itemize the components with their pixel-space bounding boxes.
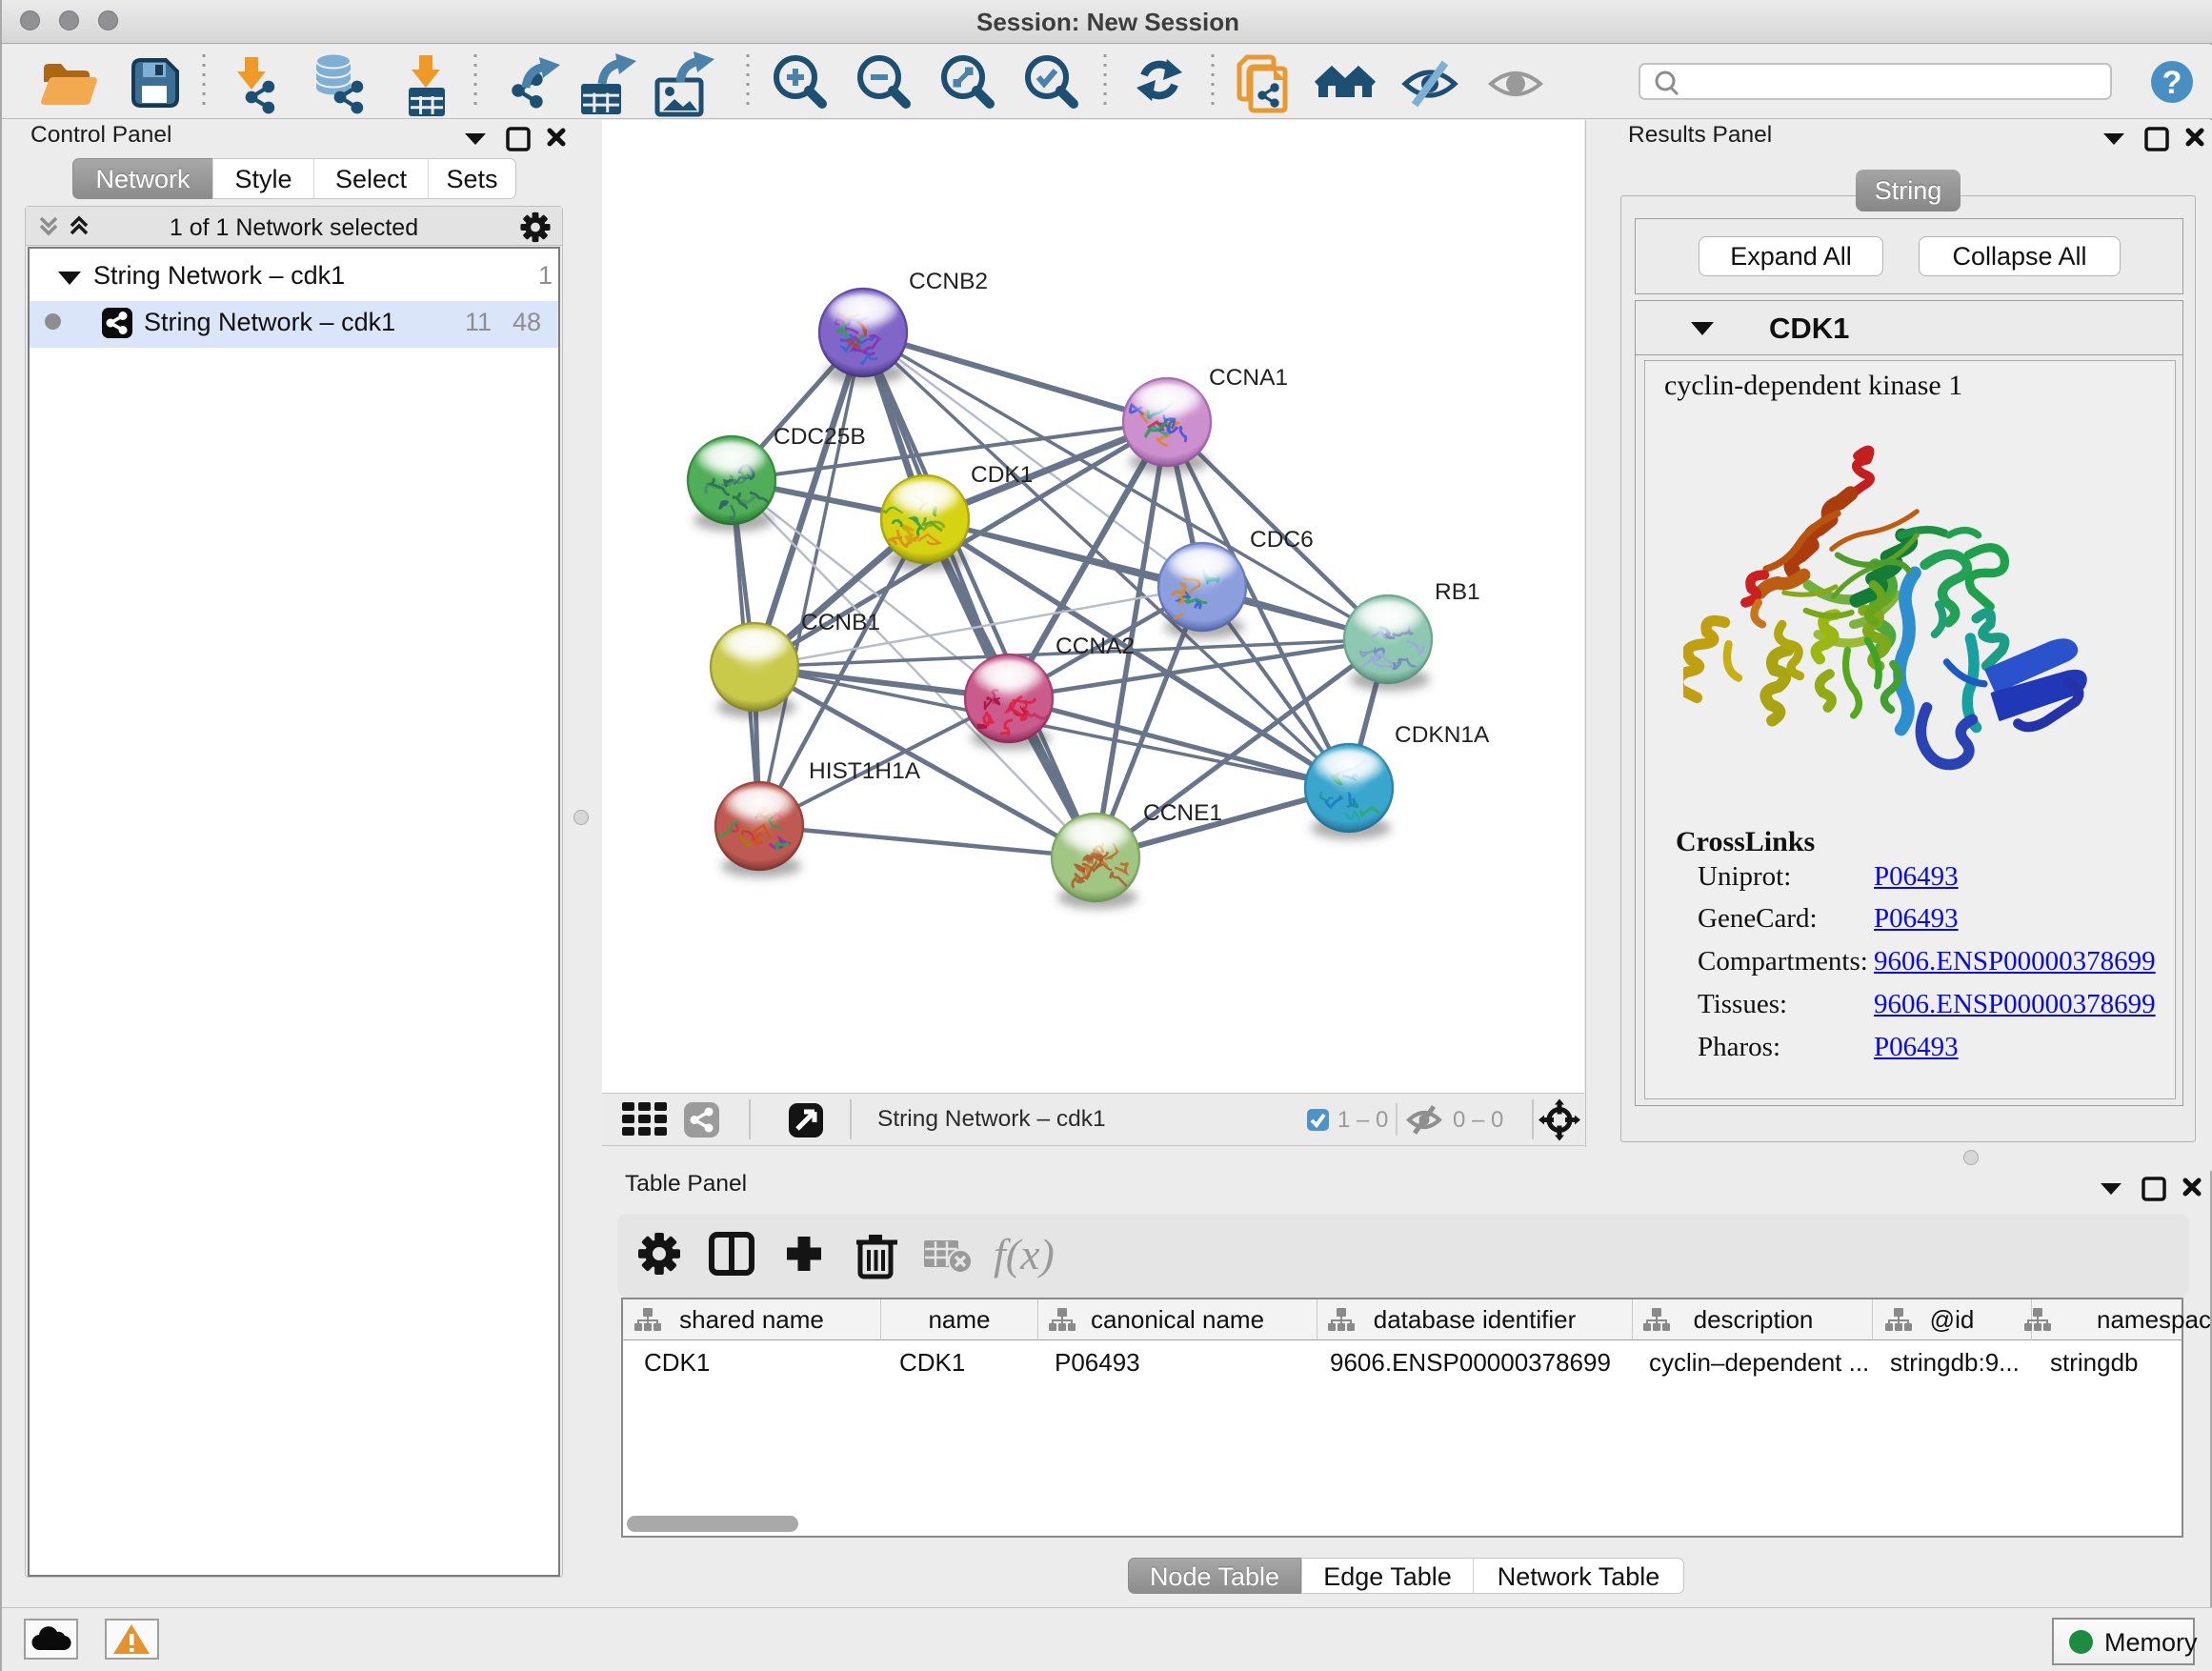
svg-text:HIST1H1A: HIST1H1A [809,758,921,784]
svg-text:CCNB2: CCNB2 [909,269,988,294]
svg-text:CCNA2: CCNA2 [1056,634,1135,659]
svg-text:CDC6: CDC6 [1250,527,1314,553]
svg-text:CDKN1A: CDKN1A [1395,722,1490,748]
svg-text:?: ? [2162,65,2182,101]
svg-text:CCNE1: CCNE1 [1143,800,1222,826]
svg-text:RB1: RB1 [1435,579,1480,605]
svg-text:CDK1: CDK1 [971,462,1033,488]
svg-text:CDC25B: CDC25B [774,424,866,450]
svg-text:CCNA1: CCNA1 [1209,365,1288,391]
svg-text:f(x): f(x) [994,1230,1055,1278]
svg-text:CCNB1: CCNB1 [801,610,880,635]
